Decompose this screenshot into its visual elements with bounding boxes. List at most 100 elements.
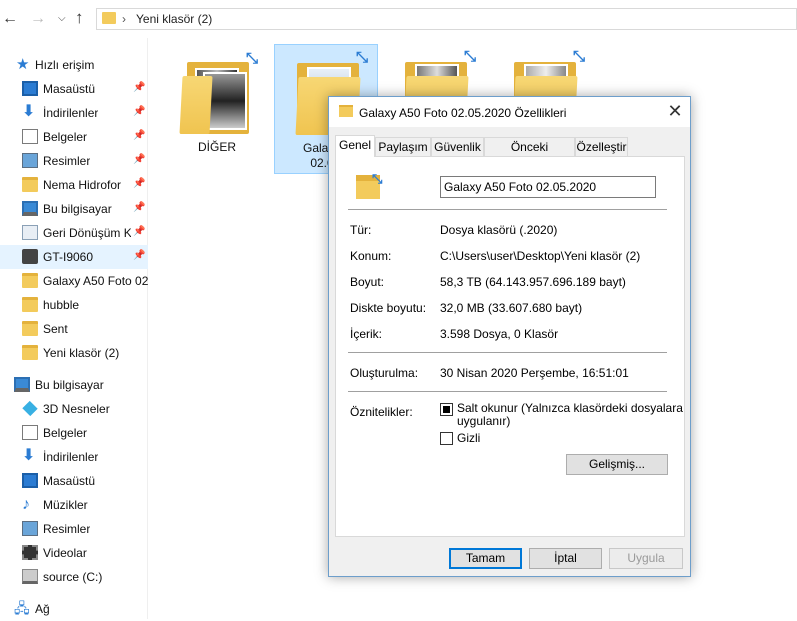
contents-label: İçerik: [350,327,383,341]
videos-icon [22,545,38,560]
sidebar-item-label: Masaüstü [43,474,96,488]
sidebar-item-yeni-klasor-2[interactable]: Yeni klasör (2) [0,341,148,365]
computer-icon [22,201,38,216]
sidebar-item-3d-objects[interactable]: 3D Nesneler [0,397,148,421]
network-icon: 🖧 [14,600,30,616]
separator [348,391,667,392]
sidebar-item-recycle-bin[interactable]: Geri Dönüşüm K 📌 [0,221,148,245]
sidebar-item-label: Ağ [35,602,50,616]
sidebar-item-videos[interactable]: Videolar [0,541,148,565]
tab-paylasim[interactable]: Paylaşım [375,137,431,157]
sidebar-item-network[interactable]: 🖧 Ağ [0,597,148,621]
sidebar-item-documents-pc[interactable]: Belgeler [0,421,148,445]
folder-icon [22,177,38,192]
camera-device-icon [22,249,38,264]
location-value: C:\Users\user\Desktop\Yeni klasör (2) [440,249,641,263]
sidebar-item-this-pc-pinned[interactable]: Bu bilgisayar 📌 [0,197,148,221]
readonly-checkbox[interactable] [440,403,453,416]
separator [348,352,667,353]
sidebar-item-downloads-pc[interactable]: ⬇ İndirilenler [0,445,148,469]
sidebar-item-documents[interactable]: Belgeler 📌 [0,125,148,149]
recycle-bin-icon [22,225,38,240]
sidebar-item-label: Resimler [43,154,91,168]
back-arrow-icon[interactable]: ← [2,10,18,28]
hidden-checkbox[interactable] [440,432,453,445]
sidebar-item-gt-i9060[interactable]: GT-I9060 📌 [0,245,148,269]
sidebar-item-pictures-pc[interactable]: Resimler [0,517,148,541]
advanced-button[interactable]: Gelişmiş... [566,454,668,475]
created-label: Oluşturulma: [350,366,419,380]
sidebar-item-label: source (C:) [43,570,103,584]
pin-icon: 📌 [133,154,146,165]
documents-icon [22,129,38,144]
sidebar-item-label: Galaxy A50 Foto 02. [43,274,148,288]
recent-locations-chevron-icon[interactable]: ⌵ [58,13,66,24]
sidebar-item-downloads[interactable]: ⬇ İndirilenler 📌 [0,101,148,125]
sidebar-item-hubble[interactable]: hubble [0,293,148,317]
type-label: Tür: [350,223,372,237]
readonly-label[interactable]: Salt okunur (Yalnızca klasördeki dosyala… [457,402,683,428]
sidebar-item-label: Sent [43,322,68,336]
3d-objects-icon [22,400,38,417]
sidebar-item-quick-access[interactable]: ★ Hızlı erişim [0,53,148,77]
pin-icon: 📌 [133,226,146,237]
close-icon[interactable]: ✕ [665,101,685,121]
contents-value: 3.598 Dosya, 0 Klasör [440,327,559,341]
sidebar-item-source-c[interactable]: source (C:) [0,565,148,589]
sidebar-item-label: Müzikler [43,498,88,512]
sidebar-item-pictures[interactable]: Resimler 📌 [0,149,148,173]
sidebar-item-sent[interactable]: Sent [0,317,148,341]
forward-arrow-icon[interactable]: → [30,10,46,28]
sidebar-item-label: Bu bilgisayar [43,202,112,216]
sidebar-item-label: Masaüstü [43,82,96,96]
pin-icon: 📌 [133,250,146,261]
up-arrow-icon[interactable]: ↑ [75,8,84,28]
sidebar-item-music[interactable]: ♪ Müzikler [0,493,148,517]
path-separator[interactable]: › [122,12,126,26]
sidebar-item-desktop-pc[interactable]: Masaüstü [0,469,148,493]
apply-button[interactable]: Uygula [609,548,683,569]
dialog-titlebar[interactable]: Galaxy A50 Foto 02.05.2020 Özellikleri ✕ [329,97,690,127]
tab-genel[interactable]: Genel [335,135,375,157]
sidebar-item-label: Resimler [43,522,91,536]
sidebar-item-label: Yeni klasör (2) [43,346,120,360]
documents-icon [22,425,38,440]
sidebar-item-desktop[interactable]: Masaüstü 📌 [0,77,148,101]
sidebar-item-galaxy-a50[interactable]: Galaxy A50 Foto 02. [0,269,148,293]
sidebar-item-label: Belgeler [43,426,88,440]
folder-name-field[interactable] [440,176,656,198]
sidebar-item-this-pc[interactable]: Bu bilgisayar [0,373,148,397]
address-path-box[interactable]: › Yeni klasör (2) [96,8,797,30]
size-on-disk-label: Diskte boyutu: [350,301,427,315]
sidebar-item-label: Hızlı erişim [35,58,95,72]
folder-tile-diger[interactable]: ⤡ DİĞER [165,44,269,174]
hidden-label[interactable]: Gizli [457,432,480,445]
folder-thumbnail-icon [179,54,249,134]
size-on-disk-value: 32,0 MB (33.607.680 bayt) [440,301,583,315]
folder-icon: ⤡ [356,171,388,199]
ok-button[interactable]: Tamam [449,548,522,569]
pictures-icon [22,521,38,536]
address-path-text[interactable]: Yeni klasör (2) [136,12,212,26]
address-bar: ← → ⌵ ↑ › Yeni klasör (2) [0,0,797,38]
pin-icon: 📌 [133,178,146,189]
sidebar-item-label: Nema Hidrofor [43,178,122,192]
tab-onceki-surumler[interactable]: Önceki Sürümler [484,137,575,172]
sidebar-item-nema-hidrofor[interactable]: Nema Hidrofor 📌 [0,173,148,197]
sidebar-item-label: 3D Nesneler [43,402,110,416]
cancel-button[interactable]: İptal [529,548,602,569]
dialog-title: Galaxy A50 Foto 02.05.2020 Özellikleri [359,106,567,120]
pin-icon: 📌 [133,82,146,93]
tab-ozellestir[interactable]: Özelleştir [575,137,628,157]
folder-icon [22,273,38,288]
created-value: 30 Nisan 2020 Perşembe, 16:51:01 [440,366,629,380]
size-label: Boyut: [350,275,385,289]
tab-guvenlik[interactable]: Güvenlik [431,137,484,157]
folder-icon [22,321,38,336]
attributes-label: Öznitelikler: [350,405,413,419]
sidebar-item-label: İndirilenler [43,106,99,120]
drive-icon [22,569,38,584]
sync-arrows-icon: ⤡ [572,48,585,65]
folder-name-label: DİĞER [197,140,236,154]
size-value: 58,3 TB (64.143.957.696.189 bayt) [440,275,626,289]
